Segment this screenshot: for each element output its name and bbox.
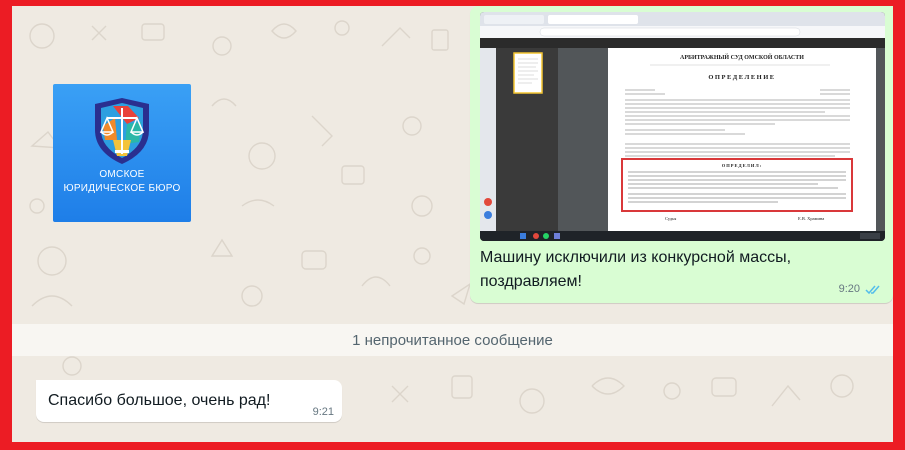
law-firm-logo[interactable]: ОМСКОЕ ЮРИДИЧЕСКОЕ БЮРО bbox=[53, 84, 191, 222]
signature-name: Е.В. Храмина bbox=[798, 216, 824, 221]
double-check-read-icon bbox=[865, 285, 880, 294]
unread-messages-divider: 1 непрочитанное сообщение bbox=[12, 324, 893, 356]
pdf-viewer-screenshot: АРБИТРАЖНЫЙ СУД ОМСКОЙ ОБЛАСТИ ОПРЕДЕЛЕН… bbox=[480, 12, 885, 241]
attached-screenshot-image[interactable]: АРБИТРАЖНЫЙ СУД ОМСКОЙ ОБЛАСТИ ОПРЕДЕЛЕН… bbox=[480, 12, 885, 241]
ruling-section: ОПРЕДЕЛИЛ: bbox=[722, 163, 763, 168]
logo-line-2: ЮРИДИЧЕСКОЕ БЮРО bbox=[63, 183, 181, 194]
outgoing-message-bubble[interactable]: АРБИТРАЖНЫЙ СУД ОМСКОЙ ОБЛАСТИ ОПРЕДЕЛЕН… bbox=[470, 6, 893, 303]
document-title: ОПРЕДЕЛЕНИЕ bbox=[708, 74, 775, 81]
logo-line-1: ОМСКОЕ bbox=[99, 169, 145, 180]
outgoing-message-text: Машину исключили из конкурсной массы, по… bbox=[480, 249, 792, 290]
chat-panel: ОМСКОЕ ЮРИДИЧЕСКОЕ БЮРО АРБИТРАЖНЫЙ СУД … bbox=[12, 6, 893, 442]
scales-shield-emblem-icon bbox=[95, 98, 149, 164]
outgoing-message-meta: 9:20 bbox=[839, 283, 881, 295]
incoming-message-time: 9:21 bbox=[312, 406, 334, 418]
signature-label: Судья bbox=[665, 216, 676, 221]
logo-caption: ОМСКОЕ ЮРИДИЧЕСКОЕ БЮРО bbox=[53, 168, 191, 196]
outgoing-message-time: 9:20 bbox=[838, 283, 860, 295]
court-title: АРБИТРАЖНЫЙ СУД ОМСКОЙ ОБЛАСТИ bbox=[680, 53, 804, 61]
incoming-message-bubble[interactable]: Спасибо большое, очень рад! 9:21 bbox=[36, 380, 342, 422]
incoming-message-text: Спасибо большое, очень рад! bbox=[48, 392, 271, 409]
